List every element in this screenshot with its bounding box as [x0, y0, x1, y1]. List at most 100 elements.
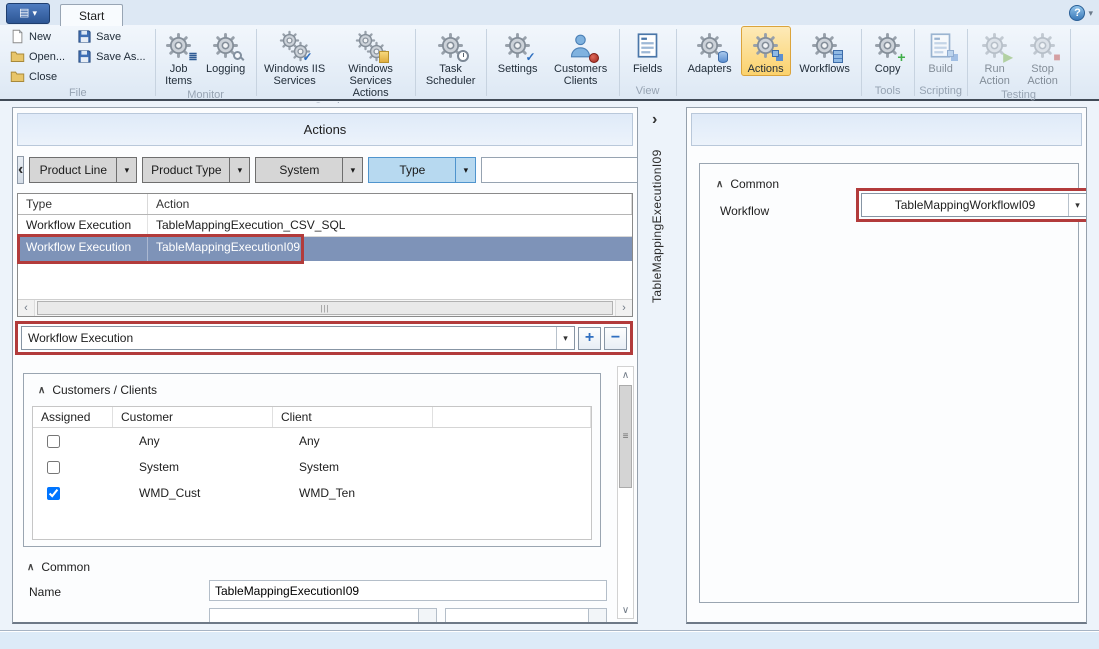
collapse-icon[interactable]: ∧	[27, 562, 34, 573]
name-input[interactable]	[209, 580, 607, 601]
copy-button[interactable]: + Copy	[866, 26, 910, 76]
customers-clients-button[interactable]: Customers Clients	[547, 26, 615, 88]
table-row-selected[interactable]: Workflow Execution TableMappingExecution…	[18, 237, 632, 261]
help-button[interactable]: ?	[1069, 5, 1085, 21]
list-item[interactable]: System System	[33, 454, 591, 480]
collapse-icon[interactable]: ∧	[716, 179, 723, 190]
assigned-checkbox[interactable]	[47, 461, 60, 474]
column-header-action[interactable]: Action	[148, 194, 632, 214]
column-header-client[interactable]: Client	[273, 407, 433, 427]
check-badge-icon: ✓	[303, 51, 313, 63]
document-tab-strip: › TableMappingExecutionI09	[640, 107, 684, 624]
vertical-document-tab[interactable]: TableMappingExecutionI09	[650, 149, 664, 303]
product-type-filter-dropdown[interactable]: ▾	[230, 157, 250, 183]
annotation-highlight: Workflow Execution ▾ + −	[15, 321, 633, 355]
workflow-combobox[interactable]: TableMappingWorkflowI09 ▾	[861, 193, 1087, 217]
job-items-button[interactable]: ≣ Job Items	[160, 26, 198, 88]
scroll-up-button[interactable]: ∧	[618, 367, 633, 383]
status-bar	[0, 631, 1099, 649]
column-header-customer[interactable]: Customer	[113, 407, 273, 427]
scrollbar-thumb[interactable]: |||	[37, 301, 613, 315]
tab-start[interactable]: Start	[60, 4, 123, 26]
vertical-scrollbar[interactable]: ∧ ≡ ∨	[617, 366, 634, 619]
chevron-down-icon[interactable]	[418, 609, 436, 624]
ribbon-body: New Open... Close	[0, 25, 1099, 99]
list-item[interactable]: Any Any	[33, 428, 591, 454]
group-separator	[486, 29, 487, 96]
cell-action: TableMappingExecutionI09	[148, 237, 632, 261]
filter-back-button[interactable]: ‹	[17, 156, 24, 184]
task-scheduler-button[interactable]: Task Scheduler	[420, 26, 482, 88]
run-action-button[interactable]: ▶ Run Action	[972, 26, 1018, 88]
product-line-filter-button[interactable]: Product Line	[29, 157, 117, 183]
type-filter-dropdown[interactable]: ▾	[456, 157, 476, 183]
collapse-icon[interactable]: ∧	[38, 385, 45, 396]
type-filter-button[interactable]: Type	[368, 157, 456, 183]
save-button[interactable]: Save	[72, 27, 151, 46]
column-header-type[interactable]: Type	[18, 194, 148, 214]
add-action-button[interactable]: +	[578, 327, 601, 350]
save-as-button[interactable]: Save As...	[72, 47, 151, 66]
product-line-filter-dropdown[interactable]: ▾	[117, 157, 137, 183]
column-header-assigned[interactable]: Assigned	[33, 407, 113, 427]
scrollbar-track[interactable]: |||	[35, 300, 615, 316]
chevron-down-icon[interactable]: ▾	[1068, 194, 1086, 216]
open-button[interactable]: Open...	[5, 47, 70, 66]
settings-button[interactable]: ✓ Settings	[491, 26, 545, 76]
table-row[interactable]: Workflow Execution TableMappingExecution…	[18, 215, 632, 237]
adapters-button[interactable]: Adapters	[681, 26, 739, 76]
system-filter-button[interactable]: System	[255, 157, 343, 183]
group-separator	[256, 29, 257, 96]
cell-client: System	[273, 460, 433, 474]
panel-title: Actions	[304, 122, 347, 137]
application-menu-button[interactable]: ▤ ▾	[6, 3, 50, 24]
fields-button[interactable]: Fields	[624, 26, 672, 76]
cell-client: Any	[273, 434, 433, 448]
workflow-label: Workflow	[720, 204, 769, 218]
scrollbar-thumb[interactable]: ≡	[619, 385, 632, 488]
logging-button[interactable]: Logging	[200, 26, 252, 76]
workflows-button[interactable]: Workflows	[793, 26, 857, 76]
stop-action-button[interactable]: ■ Stop Action	[1020, 26, 1066, 88]
chevron-down-icon[interactable]	[588, 609, 606, 624]
system-filter-dropdown[interactable]: ▾	[343, 157, 363, 183]
remove-action-button[interactable]: −	[604, 327, 627, 350]
partial-combobox[interactable]	[445, 608, 607, 624]
document-badge-icon	[379, 51, 389, 63]
properties-panel-header	[691, 113, 1082, 146]
properties-panel: ∧ Common Workflow TableMappingWorkflowI0…	[686, 107, 1087, 624]
group-label-monitor: Monitor	[160, 88, 252, 102]
horizontal-scrollbar[interactable]: ‹ ||| ›	[18, 299, 632, 316]
windows-services-actions-button[interactable]: Windows Services Actions	[331, 26, 411, 100]
fields-document-icon	[634, 32, 661, 59]
list-item[interactable]: WMD_Cust WMD_Ten	[33, 480, 591, 506]
common-group-box: ∧ Common Workflow TableMappingWorkflowI0…	[699, 163, 1079, 603]
assigned-checkbox[interactable]	[47, 435, 60, 448]
chevron-down-icon[interactable]: ▾	[556, 327, 574, 349]
build-button[interactable]: Build	[919, 26, 963, 76]
action-type-combobox[interactable]: Workflow Execution ▾	[21, 326, 575, 350]
windows-iis-services-button[interactable]: ✓ Windows IIS Services	[261, 26, 329, 88]
scroll-right-button[interactable]: ›	[615, 300, 632, 316]
annotation-highlight: TableMappingWorkflowI09 ▾	[856, 188, 1087, 222]
filter-search-input[interactable]	[481, 157, 638, 183]
close-folder-icon	[10, 69, 25, 84]
product-type-filter-button[interactable]: Product Type	[142, 157, 230, 183]
ribbon-group-monitor: ≣ Job Items Logging Monitor	[157, 25, 255, 99]
cell-action: TableMappingExecution_CSV_SQL	[148, 215, 632, 236]
group-separator	[914, 29, 915, 96]
assigned-checkbox[interactable]	[47, 487, 60, 500]
scroll-left-button[interactable]: ‹	[18, 300, 35, 316]
scrollbar-track[interactable]: ≡	[618, 383, 633, 602]
cell-customer: Any	[113, 434, 273, 448]
expand-panel-chevron[interactable]: ›	[652, 111, 657, 129]
close-button[interactable]: Close	[5, 67, 70, 86]
actions-button[interactable]: Actions	[741, 26, 791, 76]
database-badge-icon	[718, 51, 728, 63]
partial-combobox[interactable]	[209, 608, 437, 624]
column-header-blank	[433, 407, 591, 427]
scroll-down-button[interactable]: ∨	[618, 602, 633, 618]
chevron-down-icon[interactable]: ▾	[1088, 8, 1093, 19]
group-label-empty	[420, 88, 482, 99]
new-button[interactable]: New	[5, 27, 70, 46]
